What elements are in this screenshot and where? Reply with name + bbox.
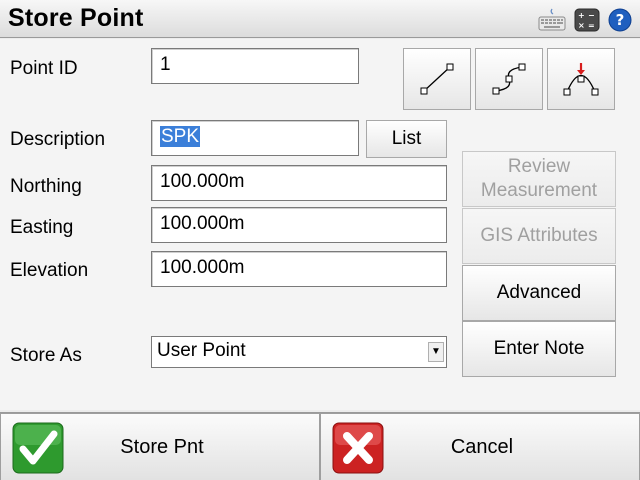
advanced-button[interactable]: Advanced (462, 265, 616, 321)
northing-value: 100.000m (160, 171, 245, 192)
line-icon (420, 63, 454, 95)
offset-point-button[interactable] (547, 48, 615, 110)
point-id-value: 1 (160, 54, 171, 75)
point-id-label: Point ID (10, 58, 78, 79)
svg-text:+: + (578, 11, 585, 20)
help-icon[interactable]: ? (607, 8, 633, 32)
description-field[interactable]: SPK (151, 120, 359, 156)
curve-icon (492, 63, 526, 95)
store-pnt-label: Store Pnt (120, 436, 204, 458)
line-tool-button[interactable] (403, 48, 471, 110)
review-measurement-button[interactable]: Review Measurement (462, 151, 616, 207)
list-button[interactable]: List (366, 120, 447, 158)
northing-field[interactable]: 100.000m (151, 165, 447, 201)
svg-text:?: ? (616, 11, 625, 29)
store-as-select[interactable]: User Point ▼ (151, 336, 447, 368)
svg-text:−: − (588, 11, 595, 20)
offset-point-icon (563, 63, 599, 96)
point-id-field[interactable]: 1 (151, 48, 359, 84)
easting-value: 100.000m (160, 213, 245, 234)
store-as-label: Store As (10, 345, 82, 366)
store-point-form: Point ID 1 Description SPK List Northing… (0, 39, 640, 410)
title-bar: Store Point + − × = ? (0, 0, 640, 38)
chevron-down-icon[interactable]: ▼ (428, 342, 444, 362)
easting-field[interactable]: 100.000m (151, 207, 447, 243)
elevation-field[interactable]: 100.000m (151, 251, 447, 287)
description-label: Description (10, 129, 106, 150)
gis-attributes-button[interactable]: GIS Attributes (462, 208, 616, 264)
window-title: Store Point (8, 4, 144, 32)
cancel-button[interactable]: Cancel (320, 413, 640, 480)
svg-text:=: = (588, 21, 595, 30)
cancel-label: Cancel (450, 436, 514, 458)
easting-label: Easting (10, 217, 74, 238)
elevation-value: 100.000m (160, 257, 245, 278)
enter-note-button[interactable]: Enter Note (462, 321, 616, 377)
curve-tool-button[interactable] (475, 48, 543, 110)
northing-label: Northing (10, 176, 82, 197)
elevation-label: Elevation (10, 260, 89, 281)
store-as-value: User Point (157, 340, 246, 361)
svg-text:×: × (578, 21, 585, 30)
description-value: SPK (160, 126, 201, 147)
store-point-button[interactable]: Store Pnt (0, 413, 320, 480)
keyboard-icon[interactable] (538, 8, 566, 32)
footer-bar: Store Pnt Cancel (0, 412, 640, 480)
calculator-icon[interactable]: + − × = (574, 8, 600, 32)
